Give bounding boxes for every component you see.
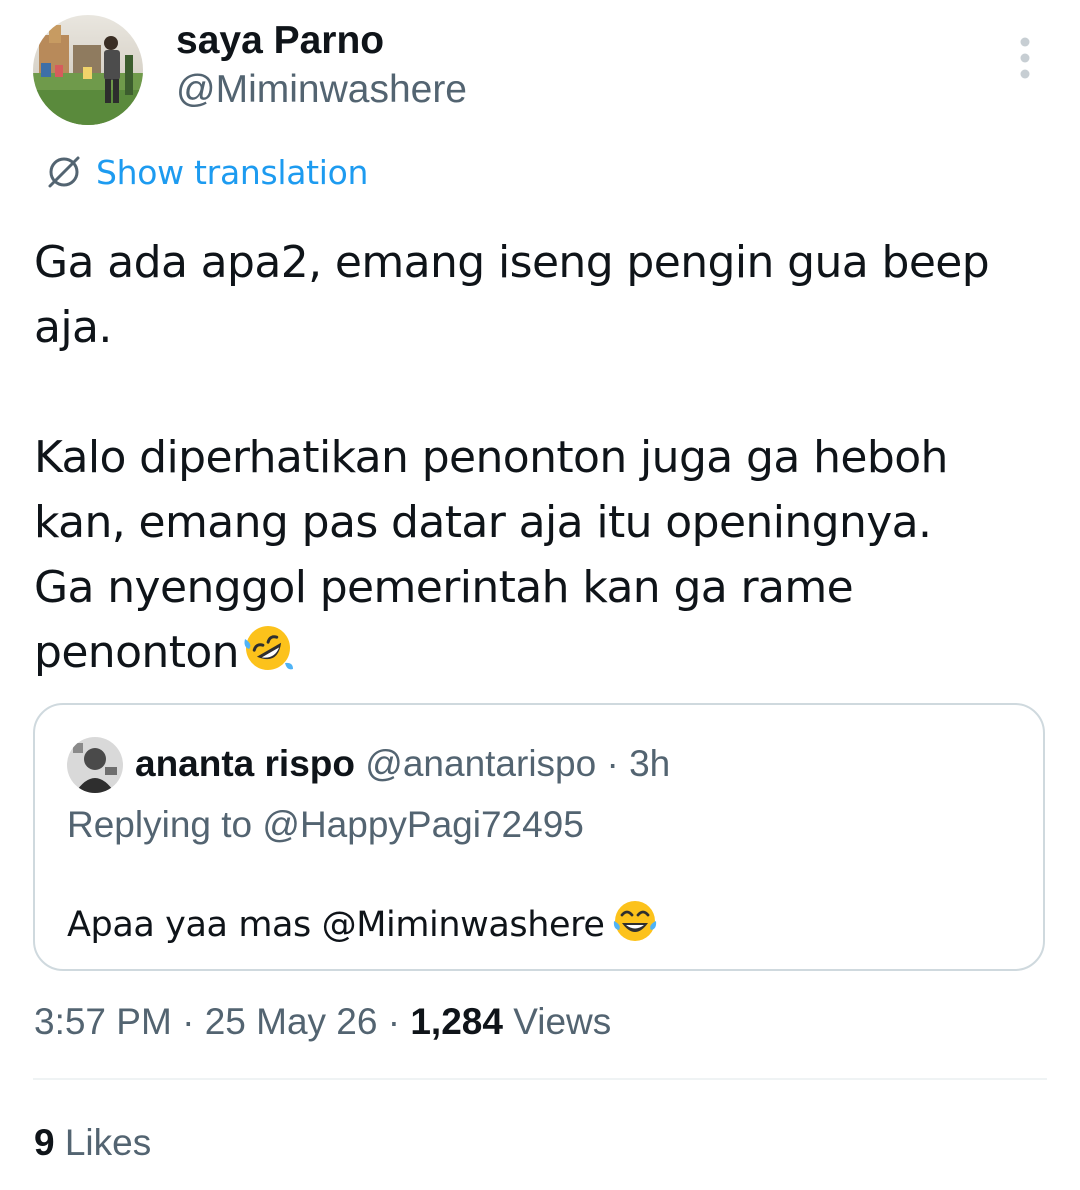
more-vertical-icon — [1020, 37, 1030, 79]
tweet-text-line: kan, emang pas datar aja itu openingnya. — [34, 497, 932, 548]
quoted-tweet-time[interactable]: 3h — [629, 743, 670, 784]
quoted-tweet-card[interactable]: ananta rispo @anantarispo · 3h Replying … — [33, 703, 1045, 971]
quoted-tweet-header: ananta rispo @anantarispo · 3h — [135, 741, 670, 787]
tweet-meta: 3:57 PM · 25 May 26 · 1,284 Views — [34, 999, 611, 1045]
replying-to-handle: @HappyPagi72495 — [262, 804, 584, 845]
dot-separator: · — [387, 1001, 401, 1042]
views-count: 1,284 — [410, 1001, 503, 1042]
tweet-time[interactable]: 3:57 PM — [34, 1001, 172, 1042]
tweet-text-line: Ga ada apa2, emang iseng pengin gua beep — [34, 237, 990, 288]
quoted-author-name[interactable]: ananta rispo — [135, 743, 355, 784]
author-display-name[interactable]: saya Parno — [176, 18, 384, 64]
quoted-replying-to: Replying to @HappyPagi72495 — [67, 802, 584, 848]
replying-prefix: Replying to — [67, 804, 253, 845]
author-avatar[interactable] — [33, 15, 143, 125]
tweet-text-line-with-emoji: penonton — [34, 620, 1044, 685]
dot-separator: · — [182, 1001, 195, 1042]
quoted-text-prefix: Apaa yaa mas — [67, 905, 311, 945]
globe-icon — [48, 156, 80, 188]
tweet-text-line: Ga nyenggol pemerintah kan ga rame — [34, 562, 854, 613]
likes-count: 9 — [34, 1122, 55, 1163]
quoted-tweet-text: Apaa yaa mas @Miminwashere — [67, 897, 659, 948]
tweet-text-line: aja. — [34, 302, 112, 353]
tweet-text-line: penonton — [34, 627, 240, 678]
tweet-text-line: Kalo diperhatikan penonton juga ga heboh — [34, 432, 948, 483]
quoted-author-avatar[interactable] — [67, 737, 123, 793]
dot-separator: · — [606, 743, 619, 784]
more-options-button[interactable] — [1004, 30, 1046, 86]
rolling-laughing-emoji-icon — [241, 621, 295, 675]
quoted-author-handle[interactable]: @anantarispo — [365, 743, 596, 784]
author-handle[interactable]: @Miminwashere — [176, 67, 467, 113]
tweet-text: Ga ada apa2, emang iseng pengin gua beep… — [34, 230, 1044, 685]
likes-link[interactable]: 9 Likes — [34, 1120, 151, 1166]
divider — [33, 1078, 1047, 1080]
likes-label: Likes — [64, 1122, 152, 1163]
views-label: Views — [513, 1001, 612, 1042]
show-translation-label: Show translation — [96, 152, 369, 192]
tweet-date[interactable]: 25 May 26 — [205, 1001, 378, 1042]
show-translation-link[interactable]: Show translation — [44, 150, 368, 194]
quoted-mention: @Miminwashere — [321, 905, 605, 945]
tweet-detail-page: saya Parno @Miminwashere Show translatio… — [0, 0, 1080, 1190]
tears-of-joy-emoji-icon — [611, 897, 659, 945]
